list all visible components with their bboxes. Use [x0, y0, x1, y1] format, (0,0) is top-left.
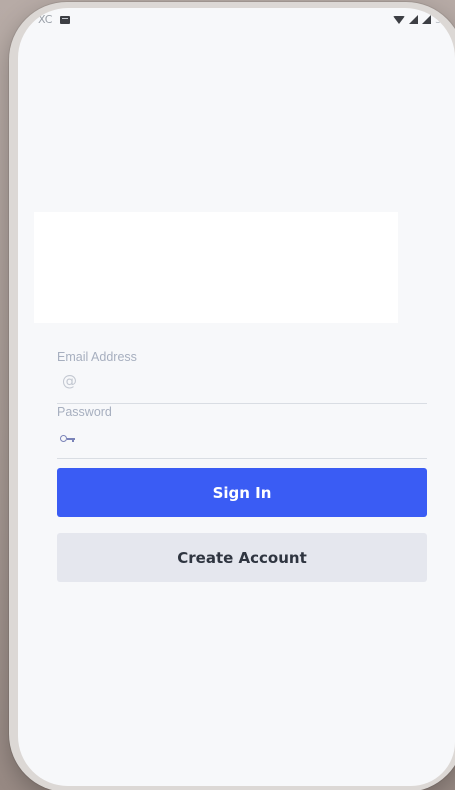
email-field[interactable]: Email Address @: [57, 350, 427, 404]
signal-icon: [409, 15, 418, 24]
status-time: 52: [435, 13, 449, 26]
at-sign-icon: @: [62, 372, 77, 390]
status-right: 52: [393, 13, 449, 26]
create-account-button[interactable]: Create Account: [57, 533, 427, 582]
image-notification-icon: [60, 15, 71, 24]
status-carrier: XC: [38, 13, 53, 26]
key-icon: [60, 434, 76, 442]
app-screen: XC 52 Email Address @ Password Sign In C…: [18, 8, 455, 786]
logo-image-placeholder: [34, 212, 398, 323]
password-field-label: Password: [57, 405, 112, 419]
sign-in-button[interactable]: Sign In: [57, 468, 427, 517]
email-field-label: Email Address: [57, 350, 137, 364]
password-field[interactable]: Password: [57, 405, 427, 459]
signal-icon-2: [422, 15, 431, 24]
status-bar: XC 52: [18, 8, 455, 30]
status-left: XC: [38, 13, 71, 26]
wifi-icon: [393, 15, 405, 24]
